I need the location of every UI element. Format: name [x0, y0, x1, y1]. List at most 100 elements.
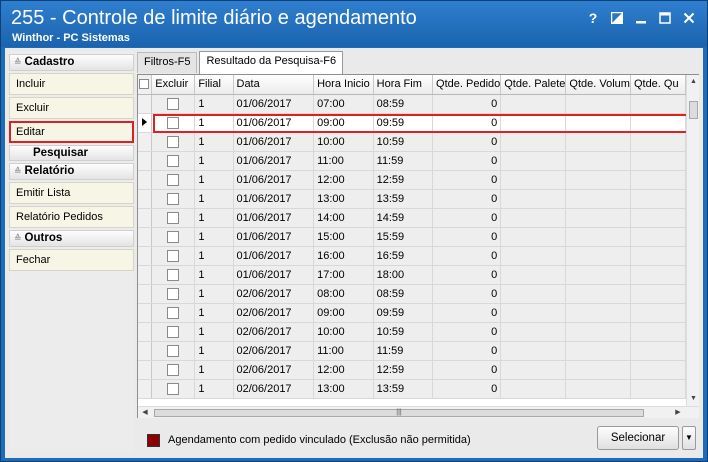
cell-filial[interactable]: 1 — [194, 341, 234, 361]
maximize-icon[interactable] — [653, 8, 677, 28]
cell-qtde-volum[interactable] — [565, 94, 631, 114]
selecionar-button[interactable]: Selecionar — [597, 426, 679, 450]
cell-hora-fim[interactable]: 09:59 — [373, 113, 434, 133]
cell-hora-inicio[interactable]: 10:00 — [313, 322, 374, 342]
cell-hora-inicio[interactable]: 16:00 — [313, 246, 374, 266]
cell-hora-fim[interactable]: 15:59 — [373, 227, 434, 247]
cell-data[interactable]: 01/06/2017 — [233, 246, 315, 266]
row-indicator[interactable] — [138, 94, 153, 114]
table-row[interactable]: 1 01/06/2017 11:00 11:59 0 — [138, 151, 686, 171]
cell-qtde-pedido[interactable]: 0 — [432, 227, 502, 247]
cell-hora-inicio[interactable]: 13:00 — [313, 189, 374, 209]
cell-qtde-qu[interactable] — [630, 322, 686, 342]
scroll-down-icon[interactable]: ▼ — [687, 392, 700, 406]
sidebar-item-fechar[interactable]: Fechar — [9, 249, 134, 271]
cell-filial[interactable]: 1 — [194, 113, 234, 133]
cell-qtde-pedido[interactable]: 0 — [432, 265, 502, 285]
cell-hora-fim[interactable]: 11:59 — [373, 151, 434, 171]
scroll-right-icon[interactable]: ▶ — [671, 407, 685, 419]
cell-data[interactable]: 01/06/2017 — [233, 113, 315, 133]
cell-qtde-palete[interactable] — [500, 170, 567, 190]
cell-qtde-qu[interactable] — [630, 265, 686, 285]
selecionar-dropdown-button[interactable]: ▼ — [682, 426, 696, 450]
checkbox-icon[interactable] — [167, 211, 180, 224]
cell-qtde-palete[interactable] — [500, 208, 567, 228]
cell-qtde-qu[interactable] — [630, 246, 686, 266]
row-indicator[interactable] — [138, 341, 153, 361]
row-indicator[interactable] — [138, 113, 153, 133]
tab-resultado[interactable]: Resultado da Pesquisa-F6 — [199, 51, 344, 74]
column-header-qtde-volum[interactable]: Qtde. Volum — [565, 75, 631, 95]
vertical-scrollbar[interactable]: ▲ ▼ — [686, 75, 699, 406]
cell-hora-inicio[interactable]: 08:00 — [313, 284, 374, 304]
cell-qtde-qu[interactable] — [630, 94, 686, 114]
cell-hora-inicio[interactable]: 11:00 — [313, 151, 374, 171]
horizontal-scroll-thumb[interactable]: ||| — [154, 409, 644, 417]
table-row[interactable]: 1 01/06/2017 17:00 18:00 0 — [138, 265, 686, 285]
checkbox-icon[interactable] — [167, 287, 180, 300]
minimize-icon[interactable] — [629, 8, 653, 28]
cell-hora-inicio[interactable]: 12:00 — [313, 360, 374, 380]
cell-qtde-qu[interactable] — [630, 284, 686, 304]
close-icon[interactable] — [677, 8, 701, 28]
row-indicator[interactable] — [138, 360, 153, 380]
sidebar-item-emitir-lista[interactable]: Emitir Lista — [9, 182, 134, 204]
checkbox-icon[interactable] — [167, 344, 180, 357]
restore-icon[interactable] — [605, 8, 629, 28]
cell-data[interactable]: 01/06/2017 — [233, 227, 315, 247]
row-indicator[interactable] — [138, 170, 153, 190]
column-header-filial[interactable]: Filial — [194, 75, 234, 95]
cell-qtde-qu[interactable] — [630, 113, 686, 133]
cell-qtde-pedido[interactable]: 0 — [432, 360, 502, 380]
checkbox-icon[interactable] — [167, 268, 180, 281]
cell-qtde-pedido[interactable]: 0 — [432, 322, 502, 342]
scroll-up-icon[interactable]: ▲ — [687, 75, 700, 89]
cell-qtde-volum[interactable] — [565, 303, 631, 323]
table-row[interactable]: 1 02/06/2017 10:00 10:59 0 — [138, 322, 686, 342]
row-indicator[interactable] — [138, 132, 153, 152]
cell-hora-fim[interactable]: 18:00 — [373, 265, 434, 285]
cell-hora-inicio[interactable]: 17:00 — [313, 265, 374, 285]
cell-qtde-palete[interactable] — [500, 113, 567, 133]
sidebar-group-cadastro[interactable]: ≙ Cadastro — [9, 54, 134, 71]
cell-qtde-volum[interactable] — [565, 322, 631, 342]
cell-qtde-volum[interactable] — [565, 360, 631, 380]
cell-qtde-volum[interactable] — [565, 379, 631, 399]
cell-filial[interactable]: 1 — [194, 265, 234, 285]
column-header-data[interactable]: Data — [233, 75, 315, 95]
checkbox-icon[interactable] — [167, 363, 180, 376]
sidebar-item-relatorio-pedidos[interactable]: Relatório Pedidos — [9, 206, 134, 228]
cell-data[interactable]: 01/06/2017 — [233, 94, 315, 114]
table-row[interactable]: 1 01/06/2017 09:00 09:59 0 — [138, 113, 686, 133]
checkbox-icon[interactable] — [167, 173, 180, 186]
cell-filial[interactable]: 1 — [194, 227, 234, 247]
vertical-scroll-thumb[interactable] — [689, 101, 698, 119]
cell-data[interactable]: 02/06/2017 — [233, 379, 315, 399]
cell-filial[interactable]: 1 — [194, 170, 234, 190]
cell-filial[interactable]: 1 — [194, 151, 234, 171]
table-row[interactable]: 1 01/06/2017 15:00 15:59 0 — [138, 227, 686, 247]
cell-qtde-qu[interactable] — [630, 170, 686, 190]
cell-qtde-volum[interactable] — [565, 151, 631, 171]
cell-qtde-qu[interactable] — [630, 379, 686, 399]
table-row[interactable]: 1 02/06/2017 13:00 13:59 0 — [138, 379, 686, 399]
cell-qtde-qu[interactable] — [630, 189, 686, 209]
table-row[interactable]: 1 01/06/2017 13:00 13:59 0 — [138, 189, 686, 209]
checkbox-icon[interactable] — [167, 97, 180, 110]
cell-hora-inicio[interactable]: 10:00 — [313, 132, 374, 152]
checkbox-icon[interactable] — [167, 230, 180, 243]
cell-filial[interactable]: 1 — [194, 208, 234, 228]
cell-qtde-qu[interactable] — [630, 341, 686, 361]
cell-filial[interactable]: 1 — [194, 360, 234, 380]
cell-data[interactable]: 02/06/2017 — [233, 360, 315, 380]
cell-hora-fim[interactable]: 08:59 — [373, 284, 434, 304]
cell-qtde-volum[interactable] — [565, 246, 631, 266]
cell-qtde-palete[interactable] — [500, 341, 567, 361]
cell-qtde-palete[interactable] — [500, 94, 567, 114]
cell-qtde-palete[interactable] — [500, 227, 567, 247]
table-row[interactable]: 1 02/06/2017 12:00 12:59 0 — [138, 360, 686, 380]
column-header-excluir[interactable]: Excluir — [151, 75, 196, 95]
cell-filial[interactable]: 1 — [194, 284, 234, 304]
cell-qtde-qu[interactable] — [630, 132, 686, 152]
cell-filial[interactable]: 1 — [194, 303, 234, 323]
